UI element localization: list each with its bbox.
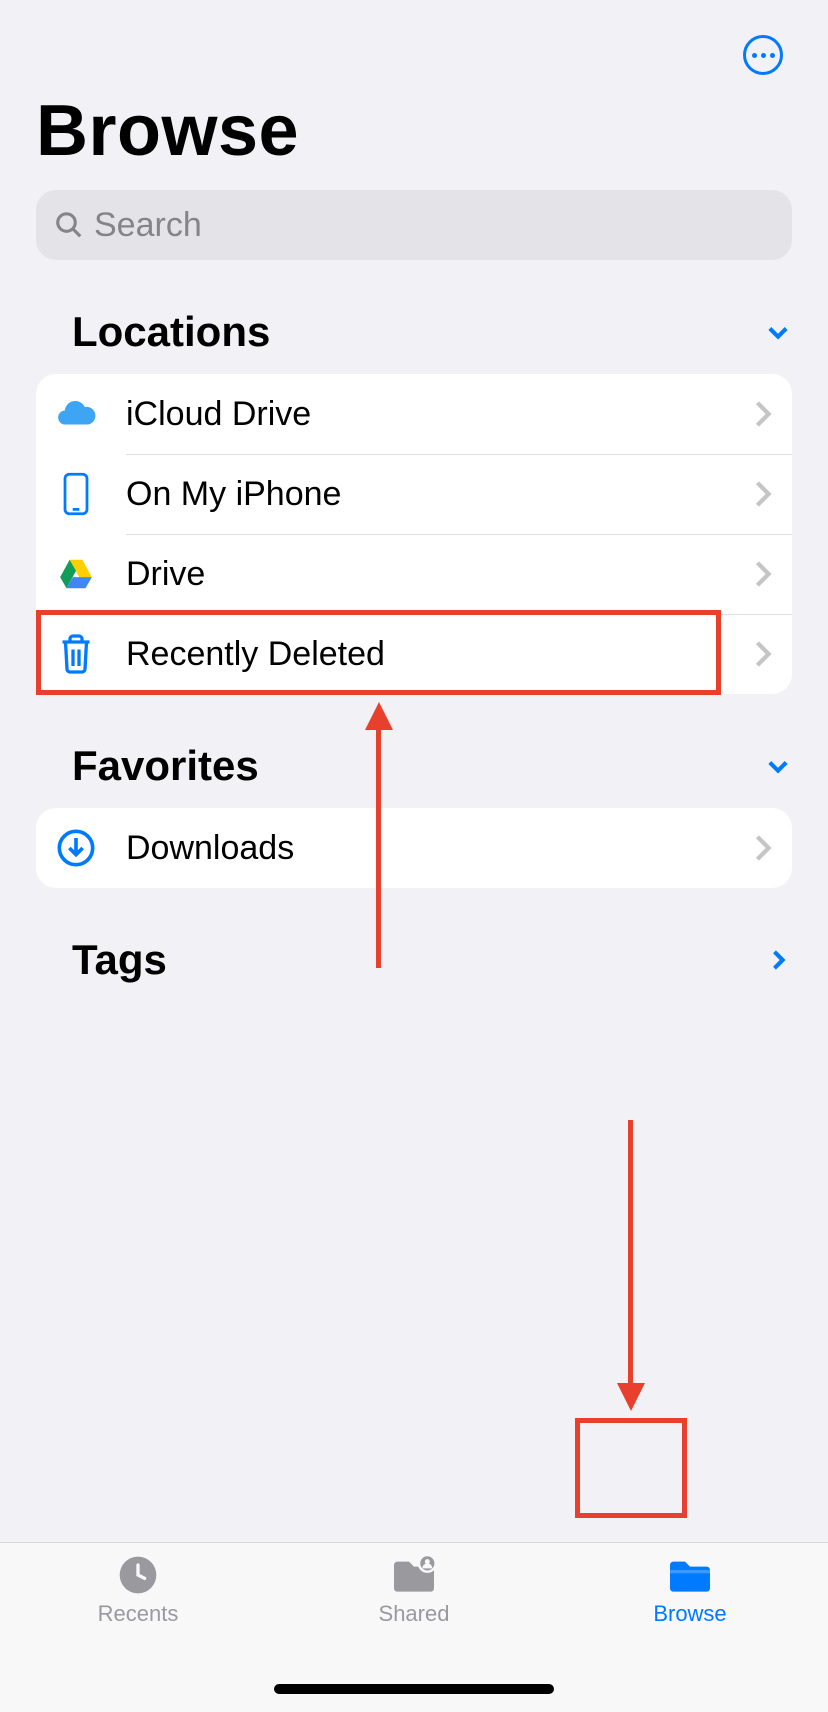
list-item-recently-deleted[interactable]: Recently Deleted [36,614,792,694]
tab-label: Recents [98,1601,179,1627]
section-title: Locations [72,308,270,356]
tab-label: Shared [379,1601,450,1627]
list-item-on-my-iphone[interactable]: On My iPhone [36,454,792,534]
list-item-icloud-drive[interactable]: iCloud Drive [36,374,792,454]
section-header-locations[interactable]: Locations [0,308,828,356]
search-bar[interactable] [36,190,792,260]
folder-icon [666,1555,714,1595]
annotation-arrow-down [628,1120,633,1385]
home-indicator [274,1684,554,1694]
tab-recents[interactable]: Recents [0,1555,276,1712]
chevron-right-icon [754,834,772,862]
list-item-label: Recently Deleted [126,635,754,674]
shared-folder-icon [390,1555,438,1595]
tab-label: Browse [653,1601,726,1627]
chevron-right-icon [764,946,792,974]
chevron-down-icon [764,752,792,780]
chevron-down-icon [764,318,792,346]
search-input[interactable] [94,206,774,245]
favorites-list: Downloads [36,808,792,888]
chevron-right-icon [754,480,772,508]
list-item-downloads[interactable]: Downloads [36,808,792,888]
page-title: Browse [36,90,792,172]
section-header-favorites[interactable]: Favorites [0,742,828,790]
more-button[interactable] [743,35,783,75]
list-item-label: On My iPhone [126,475,754,514]
header: Browse [0,0,828,172]
list-item-label: Drive [126,555,754,594]
section-header-tags[interactable]: Tags [0,936,828,984]
section-title: Favorites [72,742,259,790]
chevron-right-icon [754,560,772,588]
list-item-label: iCloud Drive [126,395,754,434]
download-circle-icon [50,822,102,874]
list-item-label: Downloads [126,829,754,868]
annotation-arrow-head-down [617,1383,645,1411]
clock-icon [114,1555,162,1595]
chevron-right-icon [754,640,772,668]
section-title: Tags [72,936,167,984]
tab-browse[interactable]: Browse [552,1555,828,1712]
locations-list: iCloud Drive On My iPhone Drive Rece [36,374,792,694]
annotation-arrow-head-up [365,702,393,730]
search-icon [54,210,84,240]
google-drive-icon [50,548,102,600]
iphone-icon [50,468,102,520]
trash-icon [50,628,102,680]
annotation-box-browse-tab [575,1418,687,1518]
chevron-right-icon [754,400,772,428]
icloud-icon [50,388,102,440]
list-item-drive[interactable]: Drive [36,534,792,614]
